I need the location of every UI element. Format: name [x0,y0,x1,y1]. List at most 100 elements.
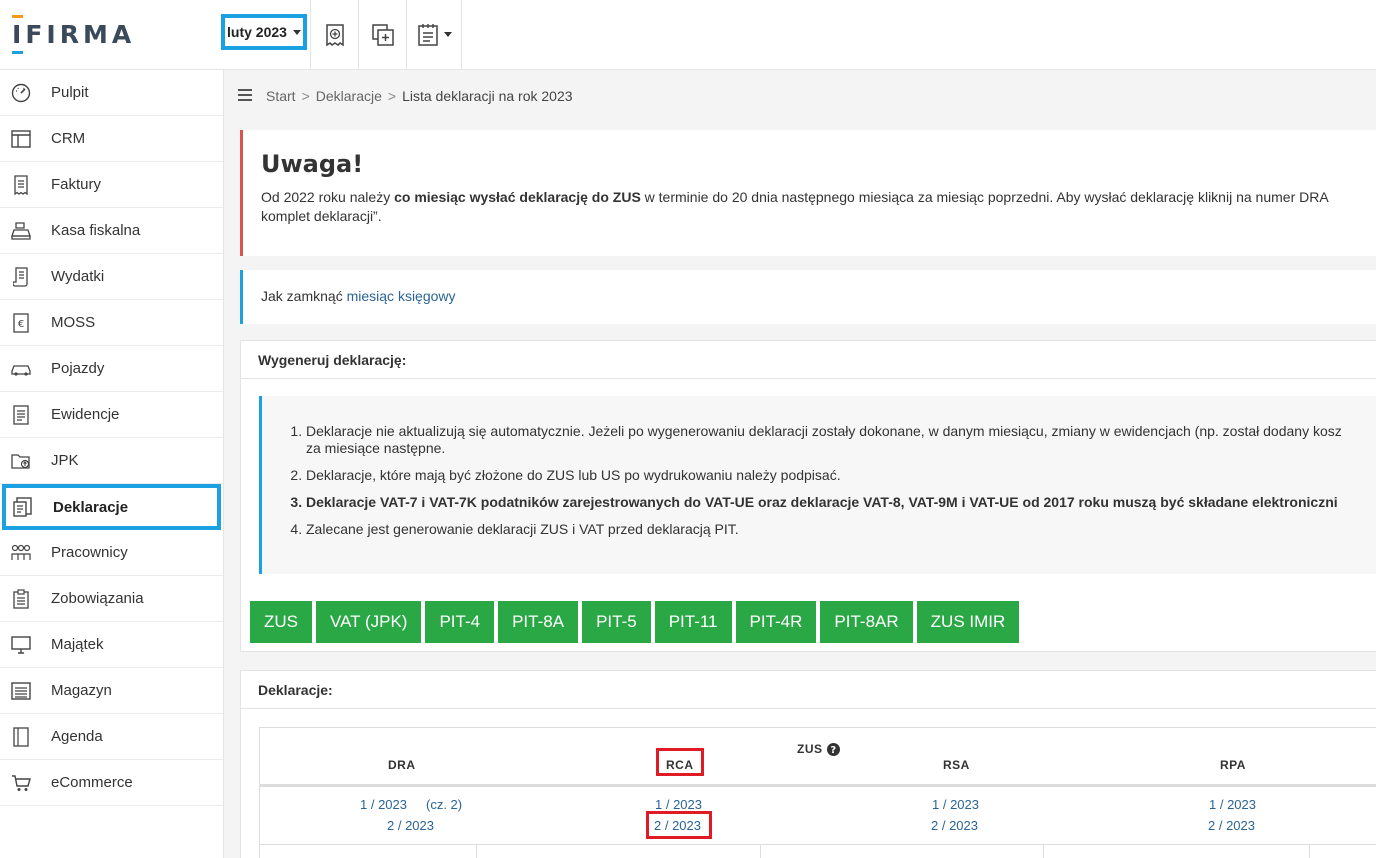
note-item: Zalecane jest generowanie deklaracji ZUS… [306,521,1376,538]
sidebar-item-crm[interactable]: CRM [0,116,223,162]
pit-8ar-button[interactable]: PIT-8AR [820,601,913,643]
sidebar-item-label: JPK [51,452,79,469]
note-item: Deklaracje nie aktualizują się automatyc… [306,423,1376,457]
sidebar-item-label: MOSS [51,314,96,331]
sidebar-item-moss[interactable]: € MOSS [0,300,223,346]
month-selector-label: luty 2023 [227,24,287,40]
pit-4r-button[interactable]: PIT-4R [735,601,817,643]
sidebar-item-label: Agenda [51,728,103,745]
receipt-icon [10,266,32,288]
rpa-link[interactable]: 2 / 2023 [1208,818,1255,833]
rca-link[interactable]: 1 / 2023 [655,797,702,812]
add-document-button[interactable] [358,0,406,69]
clipboard-icon [10,588,32,610]
sidebar-item-pulpit[interactable]: Pulpit [0,70,223,116]
pit-8a-button[interactable]: PIT-8A [498,601,579,643]
documents-menu-button[interactable] [406,0,462,69]
sidebar-item-label: Ewidencje [51,406,120,423]
sidebar-item-jpk[interactable]: JPK [0,438,223,484]
breadcrumb-separator: > [387,88,397,104]
declarations-panel: Deklaracje: ZUS ? DRA RCA RSA RPA 1 / 20… [240,670,1376,858]
alert-text: Od 2022 roku należy co miesiąc wysłać de… [261,189,1329,205]
dra-link[interactable]: 1 / 2023 [360,797,407,812]
declarations-table: ZUS ? DRA RCA RSA RPA 1 / 2023 (cz. 2) 2… [259,727,1376,858]
dra-link[interactable]: 2 / 2023 [387,818,434,833]
pit-4-button[interactable]: PIT-4 [425,601,495,643]
sidebar-item-ecommerce[interactable]: eCommerce [0,760,223,806]
column-header-rsa: RSA [943,758,970,772]
sidebar-item-faktury[interactable]: Faktury [0,162,223,208]
sidebar: Pulpit CRM Faktury Kasa fiskalna Wydatki € MOS… [0,70,224,858]
sidebar-item-zobowiązania[interactable]: Zobowiązania [0,576,223,622]
header-divider [260,784,1376,787]
month-selector[interactable]: luty 2023 [221,14,307,50]
notepad-icon [417,23,438,46]
sidebar-item-label: CRM [51,130,86,147]
people-icon [10,542,32,564]
rsa-link[interactable]: 1 / 2023 [932,797,979,812]
rsa-link[interactable]: 2 / 2023 [931,818,978,833]
add-receipt-button[interactable] [310,0,358,69]
sidebar-item-pracownicy[interactable]: Pracownicy [0,530,223,576]
vat-jpk-button[interactable]: VAT (JPK) [316,601,422,643]
declaration-icon [12,496,34,518]
column-divider [1043,844,1044,858]
month-close-link[interactable]: miesiąc księgowy [347,288,456,304]
pit-5-button[interactable]: PIT-5 [582,601,651,643]
column-header-rca: RCA [666,758,694,772]
receipt-plus-icon [325,23,344,46]
sidebar-item-label: Pracownicy [51,544,128,561]
car-icon [10,358,32,380]
notes-box: Deklaracje nie aktualizują się automatyc… [259,396,1376,574]
sidebar-item-wydatki[interactable]: Wydatki [0,254,223,300]
note-item: Deklaracje, które mają być złożone do ZU… [306,467,1376,484]
sidebar-item-kasa-fiskalna[interactable]: Kasa fiskalna [0,208,223,254]
warehouse-icon [10,680,32,702]
sidebar-item-pojazdy[interactable]: Pojazdy [0,346,223,392]
top-bar: I FIRMA luty 2023 [0,0,1376,70]
column-header-rpa: RPA [1220,758,1246,772]
invoice-icon [10,174,32,196]
sidebar-item-label: Pojazdy [51,360,105,377]
rpa-link[interactable]: 1 / 2023 [1209,797,1256,812]
cart-icon [10,772,32,794]
alert-text-line2: komplet deklaracji”. [261,208,382,224]
generate-panel: Wygeneruj deklarację: Deklaracje nie akt… [240,340,1376,652]
main-content: Start > Deklaracje > Lista deklaracji na… [224,70,1376,858]
sidebar-item-label: Zobowiązania [51,590,144,607]
column-divider [760,844,761,858]
sidebar-item-label: Majątek [51,636,104,653]
zus-imir-button[interactable]: ZUS IMIR [916,601,1020,643]
sidebar-item-magazyn[interactable]: Magazyn [0,668,223,714]
sidebar-item-deklaracje[interactable]: Deklaracje [2,484,221,530]
sidebar-item-label: Deklaracje [53,498,129,516]
generate-panel-title: Wygeneruj deklarację: [241,341,1376,379]
cash-register-icon [10,220,32,242]
note-item: Deklaracje VAT-7 i VAT-7K podatników zar… [306,494,1376,511]
sidebar-item-majątek[interactable]: Majątek [0,622,223,668]
pit-11-button[interactable]: PIT-11 [654,601,732,643]
zus-button[interactable]: ZUS [250,601,312,643]
euro-doc-icon: € [10,312,32,334]
zus-group-header: ZUS ? [797,742,840,756]
rca-link[interactable]: 2 / 2023 [654,818,701,833]
column-header-dra: DRA [388,758,416,772]
help-icon[interactable]: ? [826,742,840,756]
breadcrumb-deklaracje[interactable]: Deklaracje [316,88,382,104]
hamburger-icon[interactable] [238,88,252,104]
breadcrumb-start[interactable]: Start [266,88,296,104]
ifirma-logo[interactable]: I FIRMA [12,14,135,54]
monitor-icon [10,634,32,656]
declarations-panel-title: Deklaracje: [241,671,1376,709]
speedometer-icon [10,82,32,104]
sidebar-item-label: Wydatki [51,268,105,285]
dra-part-link[interactable]: (cz. 2) [426,797,462,812]
sidebar-item-agenda[interactable]: Agenda [0,714,223,760]
column-divider [476,844,477,858]
alert-title: Uwaga! [261,150,364,178]
column-divider [1309,844,1310,858]
breadcrumb-separator: > [301,88,310,104]
sidebar-item-ewidencje[interactable]: Ewidencje [0,392,223,438]
breadcrumb-current: Lista deklaracji na rok 2023 [402,88,573,104]
svg-text:?: ? [830,745,836,756]
